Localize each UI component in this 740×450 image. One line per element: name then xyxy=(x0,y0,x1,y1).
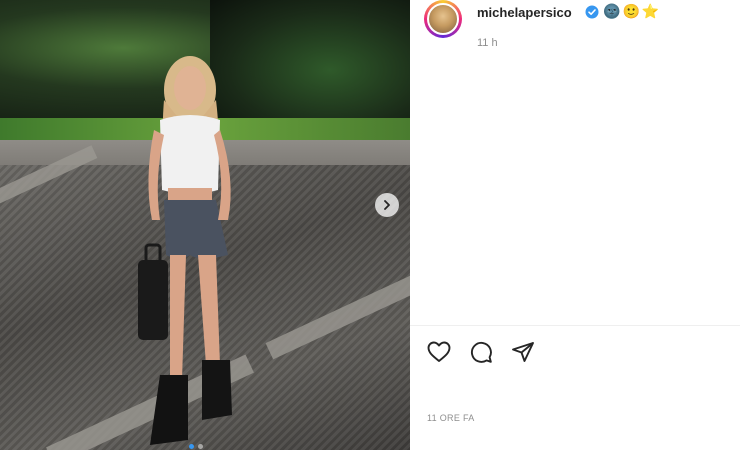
username-emojis: 🌚 🙂 ⭐ xyxy=(603,3,659,19)
post-side-panel: michelapersico 🌚 🙂 ⭐ 11 h 11 ORE FA xyxy=(410,0,740,450)
verified-badge-icon xyxy=(585,5,599,19)
like-button[interactable] xyxy=(426,339,452,365)
comment-button[interactable] xyxy=(468,339,494,365)
emoji: 🌚 xyxy=(603,3,621,19)
post-header: michelapersico 🌚 🙂 ⭐ 11 h xyxy=(410,0,740,50)
post-time-long[interactable]: 11 ORE FA xyxy=(427,413,475,423)
emoji: 🙂 xyxy=(622,3,640,19)
heart-icon xyxy=(427,341,451,362)
instagram-post: michelapersico 🌚 🙂 ⭐ 11 h 11 ORE FA xyxy=(0,0,740,450)
share-button[interactable] xyxy=(510,339,536,365)
carousel-indicator xyxy=(189,444,203,449)
post-photo[interactable] xyxy=(0,0,410,450)
next-photo-button[interactable] xyxy=(375,193,399,217)
avatar[interactable] xyxy=(427,3,459,35)
photo-woman-figure xyxy=(138,56,232,445)
chevron-right-icon xyxy=(384,200,390,210)
carousel-dot xyxy=(198,444,203,449)
post-actions xyxy=(426,339,536,365)
comment-icon xyxy=(470,341,492,363)
username-link[interactable]: michelapersico xyxy=(477,5,572,20)
post-time-short[interactable]: 11 h xyxy=(477,37,498,49)
carousel-dot-active xyxy=(189,444,194,449)
share-icon xyxy=(512,342,534,362)
avatar-story-ring[interactable] xyxy=(424,0,462,38)
divider xyxy=(410,325,740,326)
emoji: ⭐ xyxy=(641,3,660,19)
